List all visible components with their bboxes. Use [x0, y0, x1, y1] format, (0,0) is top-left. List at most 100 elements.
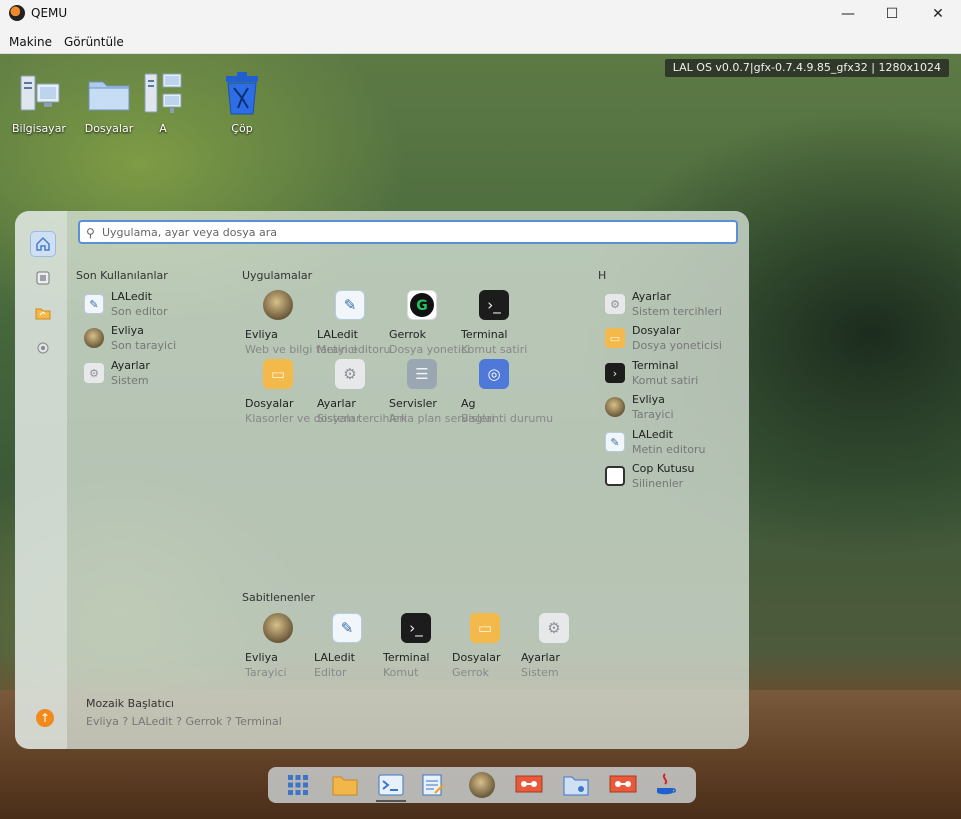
- desktop-icon-a[interactable]: A: [128, 70, 198, 135]
- side-item-subtitle: Metin editoru: [632, 443, 706, 456]
- close-button[interactable]: ✕: [915, 0, 961, 28]
- settings-icon: ⚙: [335, 359, 365, 389]
- arrow-up-icon: ↑: [39, 711, 51, 725]
- minimize-button[interactable]: —: [825, 0, 871, 28]
- apps-list-icon: [36, 271, 50, 285]
- app-tile-dosyalar[interactable]: ▭ Dosyalar Klasorler ve dosyalar: [242, 359, 361, 425]
- terminal-icon: [378, 774, 404, 796]
- editor-icon: [422, 774, 444, 796]
- desktop-icon-label: A: [159, 122, 167, 135]
- editor-icon: ✎: [332, 613, 362, 643]
- rail-home-button[interactable]: [30, 231, 56, 257]
- gerrok-icon: G: [407, 290, 437, 320]
- java-icon: [657, 773, 676, 795]
- computer-icon: [20, 75, 60, 111]
- pinned-title: Dosyalar: [452, 651, 501, 664]
- taskbar-app-grid[interactable]: [283, 771, 313, 799]
- recent-item-title: LALedit: [111, 290, 152, 303]
- taskbar-remote-1[interactable]: [514, 771, 544, 799]
- search-input[interactable]: [102, 224, 722, 241]
- editor-icon: ✎: [84, 294, 104, 314]
- taskbar-evliya[interactable]: [467, 771, 497, 799]
- side-item-title: LALedit: [632, 428, 673, 441]
- pinned-title: Evliya: [245, 651, 278, 664]
- pinned-subtitle: Tarayici: [245, 666, 287, 679]
- side-item[interactable]: Evliya Tarayici: [605, 393, 745, 425]
- window-titlebar: QEMU — ☐ ✕: [0, 0, 961, 28]
- settings-icon: ⚙: [605, 294, 625, 314]
- settings-icon: ⚙: [84, 363, 104, 383]
- side-item-title: Cop Kutusu: [632, 462, 695, 475]
- pinned-subtitle: Sistem: [521, 666, 559, 679]
- gear-icon: [37, 342, 49, 354]
- footer-app-list: Evliya ? LALedit ? Gerrok ? Terminal: [86, 715, 282, 728]
- app-subtitle: Metin editoru: [317, 343, 391, 356]
- terminal-icon: ›_: [401, 613, 431, 643]
- pinned-tile-dosyalar[interactable]: ▭ Dosyalar Gerrok: [449, 613, 521, 679]
- recent-section-title: Son Kullanılanlar: [76, 269, 168, 282]
- recent-item[interactable]: ⚙ Ayarlar Sistem: [84, 359, 234, 391]
- pinned-tile-evliya[interactable]: Evliya Tarayici: [242, 613, 314, 679]
- pinned-subtitle: Gerrok: [452, 666, 490, 679]
- pinned-title: LALedit: [314, 651, 355, 664]
- recent-item[interactable]: ✎ LALedit Son editor: [84, 290, 234, 322]
- apps-section-title: Uygulamalar: [242, 269, 313, 282]
- pinned-subtitle: Editor: [314, 666, 347, 679]
- desktop-icon-cop[interactable]: Çöp: [207, 70, 277, 135]
- network-icon: ◎: [479, 359, 509, 389]
- side-item[interactable]: ⚙ Ayarlar Sistem tercihleri: [605, 290, 745, 322]
- side-item-subtitle: Tarayici: [632, 408, 674, 421]
- menu-goruntule[interactable]: Görüntüle: [64, 35, 124, 49]
- services-icon: ☰: [407, 359, 437, 389]
- maximize-button[interactable]: ☐: [869, 0, 915, 28]
- app-title: Ag: [461, 397, 476, 410]
- pinned-tile-ayarlar[interactable]: ⚙ Ayarlar Sistem: [518, 613, 590, 679]
- side-item-title: Terminal: [632, 359, 679, 372]
- side-item[interactable]: Cop Kutusu Silinenler: [605, 462, 745, 494]
- side-item[interactable]: › Terminal Komut satiri: [605, 359, 745, 391]
- side-item-title: Ayarlar: [632, 290, 671, 303]
- pinned-tile-laledit[interactable]: ✎ LALedit Editor: [311, 613, 383, 679]
- desktop-icon-label: Çöp: [231, 122, 253, 135]
- app-tile-ag[interactable]: ◎ Ag Baglanti durumu: [458, 359, 553, 425]
- qemu-icon: [9, 5, 25, 21]
- scroll-up-button[interactable]: ↑: [36, 709, 54, 727]
- rail-apps-button[interactable]: [30, 265, 56, 291]
- menu-makine[interactable]: Makine: [9, 35, 52, 49]
- terminal-icon: ›_: [479, 290, 509, 320]
- app-subtitle: Baglanti durumu: [461, 412, 554, 425]
- recent-item[interactable]: Evliya Son tarayici: [84, 324, 234, 356]
- vm-screen[interactable]: LAL OS v0.0.7|gfx-0.7.4.9.85_gfx32 | 128…: [0, 54, 961, 819]
- rail-settings-button[interactable]: [30, 335, 56, 361]
- rail-files-button[interactable]: [30, 300, 56, 326]
- pinned-title: Terminal: [383, 651, 430, 664]
- app-tile-terminal[interactable]: ›_ Terminal Komut satiri: [458, 290, 530, 356]
- app-title: Ayarlar: [317, 397, 356, 410]
- app-tile-gerrok[interactable]: G Gerrok Dosya yonetici: [386, 290, 470, 356]
- search-icon: ⚲: [86, 226, 95, 240]
- taskbar-terminal[interactable]: [376, 771, 406, 802]
- desktop-icon-bilgisayar[interactable]: Bilgisayar: [4, 70, 74, 135]
- taskbar-editor[interactable]: [418, 771, 448, 799]
- app-title: LALedit: [317, 328, 358, 341]
- terminal-icon: ›: [605, 363, 625, 383]
- settings-icon: ⚙: [539, 613, 569, 643]
- app-tile-evliya[interactable]: Evliya Web ve bilgi tarayici: [242, 290, 357, 356]
- taskbar-files[interactable]: [330, 771, 360, 799]
- search-box[interactable]: ⚲: [78, 220, 738, 244]
- taskbar-java[interactable]: [650, 771, 680, 799]
- pinned-tile-terminal[interactable]: ›_ Terminal Komut: [380, 613, 452, 679]
- app-tile-servisler[interactable]: ☰ Servisler Arka plan servisleri: [386, 359, 494, 425]
- pinned-title: Ayarlar: [521, 651, 560, 664]
- app-title: Gerrok: [389, 328, 427, 341]
- folder-icon: [35, 308, 51, 320]
- app-tile-laledit[interactable]: ✎ LALedit Metin editoru: [314, 290, 390, 356]
- taskbar-file-share[interactable]: [561, 771, 591, 799]
- app-tile-ayarlar[interactable]: ⚙ Ayarlar Sistem tercihleri: [314, 359, 407, 425]
- side-item[interactable]: ✎ LALedit Metin editoru: [605, 428, 745, 460]
- side-item[interactable]: ▭ Dosyalar Dosya yoneticisi: [605, 324, 745, 356]
- pinned-section-title: Sabitlenenler: [242, 591, 315, 604]
- avatar-icon: [605, 397, 625, 417]
- taskbar-remote-2[interactable]: [608, 771, 638, 799]
- launcher-panel: ⚲ Son Kullanılanlar ✎ LALedit Son editor…: [15, 211, 749, 749]
